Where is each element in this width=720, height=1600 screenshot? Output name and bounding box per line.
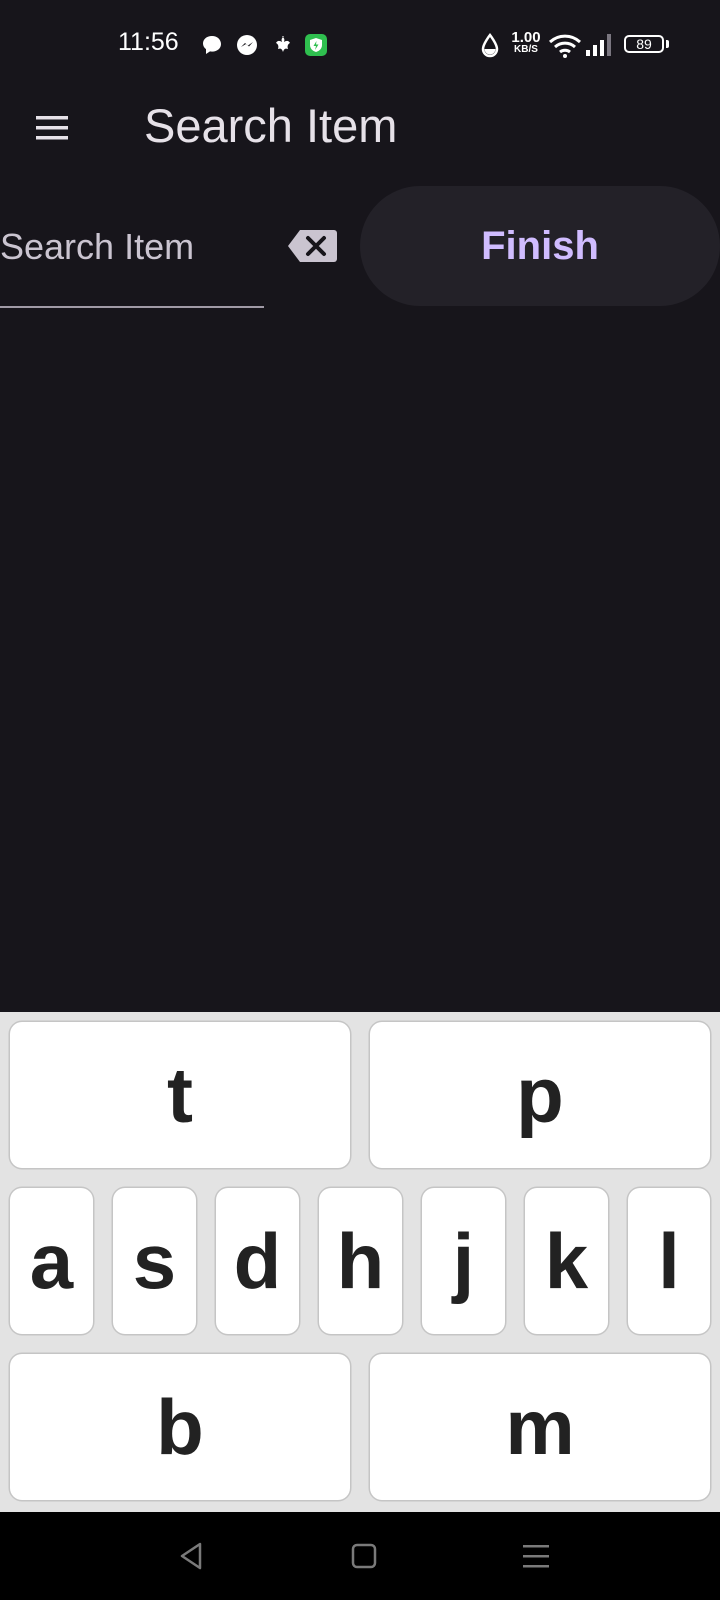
messenger-icon xyxy=(237,35,257,55)
shield-app-icon xyxy=(305,34,327,56)
key-l[interactable]: l xyxy=(628,1188,710,1334)
key-m[interactable]: m xyxy=(370,1354,710,1500)
recents-icon[interactable] xyxy=(520,1540,552,1572)
key-s[interactable]: s xyxy=(113,1188,196,1334)
search-placeholder: Search Item xyxy=(0,226,195,267)
network-speed-unit: KB/S xyxy=(514,44,538,55)
key-b[interactable]: b xyxy=(10,1354,350,1500)
key-h[interactable]: h xyxy=(319,1188,402,1334)
key-k[interactable]: k xyxy=(525,1188,608,1334)
home-icon[interactable] xyxy=(348,1540,380,1572)
key-a[interactable]: a xyxy=(10,1188,93,1334)
key-j[interactable]: j xyxy=(422,1188,505,1334)
network-speed-value: 1.00 xyxy=(511,29,541,46)
key-d[interactable]: d xyxy=(216,1188,299,1334)
status-time: 11:56 xyxy=(118,28,179,56)
back-icon[interactable] xyxy=(176,1540,208,1572)
network-speed: 1.00 KB/S xyxy=(508,30,544,55)
page-title: Search Item xyxy=(144,99,398,152)
key-t[interactable]: t xyxy=(10,1022,350,1168)
search-input[interactable]: Search Item xyxy=(0,212,264,308)
wifi-icon xyxy=(548,34,582,58)
chat-bubble-icon xyxy=(203,36,221,54)
backspace-clear-icon[interactable] xyxy=(286,226,338,266)
status-bar: 11:56 1.00 KB/S 89 xyxy=(0,0,720,90)
finish-button[interactable]: Finish xyxy=(360,186,720,306)
key-p[interactable]: p xyxy=(370,1022,710,1168)
leaf-icon xyxy=(276,36,290,52)
battery-level: 89 xyxy=(636,36,652,52)
hamburger-menu-icon[interactable] xyxy=(32,108,72,148)
water-drop-icon xyxy=(481,32,499,58)
keyboard: t p a s d h j k l b m xyxy=(0,1012,720,1512)
signal-icon xyxy=(586,34,611,56)
battery-nub xyxy=(666,40,669,48)
battery-icon: 89 xyxy=(624,35,664,53)
